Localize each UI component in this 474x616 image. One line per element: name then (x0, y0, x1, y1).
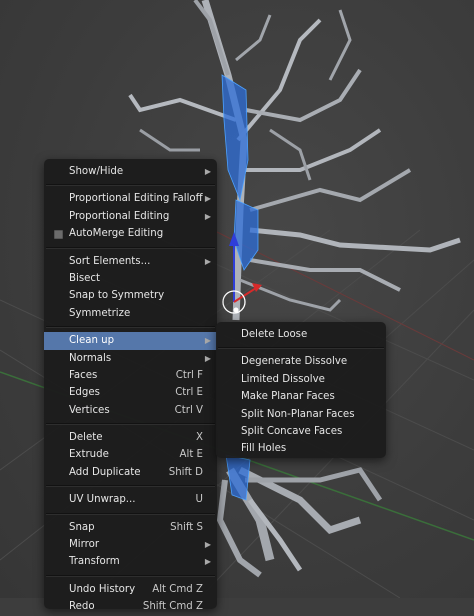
menu-separator (46, 512, 215, 515)
menu-item-proportional-editing-falloff[interactable]: Proportional Editing Falloff ▶ (44, 190, 217, 207)
menu-separator (46, 574, 215, 577)
menu-item-bisect[interactable]: Bisect (44, 270, 217, 287)
chevron-right-icon: ▶ (204, 353, 211, 363)
menu-separator (218, 347, 384, 350)
menu-item-shortcut: X (196, 432, 203, 444)
chevron-right-icon: ▶ (204, 167, 211, 176)
menu-item-undo-history[interactable]: Undo History Alt Cmd Z (44, 581, 217, 598)
menu-item-split-concave-faces[interactable]: Split Concave Faces (216, 423, 386, 440)
cleanup-submenu: Delete Loose Degenerate Dissolve Limited D… (216, 322, 386, 458)
menu-item-shortcut: Ctrl E (175, 387, 203, 399)
menu-item-split-non-planar-faces[interactable]: Split Non-Planar Faces (216, 406, 386, 423)
chevron-right-icon: ▶ (204, 557, 211, 567)
menu-item-sort-elements[interactable]: Sort Elements... ▶ (44, 253, 217, 270)
menu-item-shortcut: Shift Cmd Z (142, 601, 203, 613)
menu-item-edges[interactable]: Edges Ctrl E (44, 384, 217, 401)
menu-item-delete[interactable]: Delete X (44, 429, 217, 446)
menu-item-transform[interactable]: Transform ▶ (44, 553, 217, 570)
menu-item-label: Proportional Editing Falloff (69, 193, 203, 205)
menu-item-label: Extrude (69, 449, 109, 461)
chevron-right-icon: ▶ (204, 194, 211, 204)
menu-item-mirror[interactable]: Mirror ▶ (44, 536, 217, 553)
menu-item-fill-holes[interactable]: Fill Holes (216, 440, 386, 457)
chevron-right-icon: ▶ (204, 211, 211, 221)
menu-item-label: Degenerate Dissolve (241, 356, 348, 368)
menu-item-shortcut: Shift D (168, 466, 203, 478)
menu-item-shortcut: Ctrl F (175, 369, 203, 381)
menu-item-shortcut: Alt E (179, 449, 203, 461)
menu-item-label: Snap to Symmetry (69, 290, 165, 302)
menu-item-shortcut: U (195, 494, 203, 506)
menu-item-shortcut: Alt Cmd Z (152, 583, 203, 595)
menu-item-label: Add Duplicate (69, 466, 141, 478)
menu-separator (46, 326, 215, 329)
menu-item-label: Undo History (69, 583, 136, 595)
menu-item-make-planar-faces[interactable]: Make Planar Faces (216, 388, 386, 405)
menu-item-redo[interactable]: Redo Shift Cmd Z (44, 598, 217, 615)
menu-item-label: Redo (69, 601, 95, 613)
menu-item-label: Snap (69, 521, 95, 533)
menu-item-clean-up[interactable]: Clean up ▶ (44, 332, 217, 350)
menu-item-delete-loose[interactable]: Delete Loose (216, 326, 386, 343)
menu-item-label: Proportional Editing (69, 210, 170, 222)
menu-item-snap[interactable]: Snap Shift S (44, 519, 217, 536)
context-menu: Show/Hide ▶ Proportional Editing Falloff ▶ P… (44, 159, 217, 612)
menu-item-uv-unwrap[interactable]: UV Unwrap... U (44, 491, 217, 508)
menu-item-label: Delete (69, 432, 103, 444)
menu-separator (46, 184, 215, 187)
menu-item-shortcut: Shift S (170, 521, 203, 533)
menu-item-label: Make Planar Faces (241, 391, 335, 403)
menu-item-extrude[interactable]: Extrude Alt E (44, 446, 217, 463)
menu-item-label: Faces (69, 369, 98, 381)
menu-item-snap-to-symmetry[interactable]: Snap to Symmetry (44, 287, 217, 304)
menu-item-label: Bisect (69, 272, 100, 284)
menu-separator (46, 246, 215, 249)
menu-item-vertices[interactable]: Vertices Ctrl V (44, 402, 217, 419)
menu-item-automerge-editing[interactable]: AutoMerge Editing (44, 225, 217, 242)
menu-item-shortcut: Ctrl V (174, 404, 203, 416)
chevron-right-icon: ▶ (204, 256, 211, 266)
menu-item-label: Limited Dissolve (241, 373, 325, 385)
menu-separator (46, 423, 215, 426)
menu-item-limited-dissolve[interactable]: Limited Dissolve (216, 371, 386, 388)
menu-separator (46, 485, 215, 488)
chevron-right-icon: ▶ (204, 336, 211, 346)
menu-item-label: Transform (69, 556, 120, 568)
menu-item-normals[interactable]: Normals ▶ (44, 350, 217, 367)
chevron-right-icon: ▶ (204, 540, 211, 550)
menu-item-faces[interactable]: Faces Ctrl F (44, 367, 217, 384)
menu-item-label: AutoMerge Editing (69, 228, 164, 240)
menu-item-proportional-editing[interactable]: Proportional Editing ▶ (44, 208, 217, 225)
menu-item-label: Show/Hide (69, 166, 124, 177)
menu-item-label: Split Concave Faces (241, 425, 343, 437)
menu-item-label: Split Non-Planar Faces (241, 408, 355, 420)
menu-item-label: Vertices (69, 404, 110, 416)
menu-item-degenerate-dissolve[interactable]: Degenerate Dissolve (216, 353, 386, 370)
menu-item-label: UV Unwrap... (69, 494, 136, 506)
menu-item-label: Clean up (69, 335, 115, 347)
menu-item-label: Fill Holes (241, 443, 287, 455)
menu-item-label: Mirror (69, 539, 100, 551)
menu-item-show-hide[interactable]: Show/Hide ▶ (44, 163, 217, 180)
menu-item-symmetrize[interactable]: Symmetrize (44, 305, 217, 322)
menu-item-add-duplicate[interactable]: Add Duplicate Shift D (44, 464, 217, 481)
checkbox-icon[interactable] (54, 230, 63, 240)
menu-item-label: Delete Loose (241, 329, 308, 340)
menu-item-label: Symmetrize (69, 307, 131, 319)
menu-item-label: Sort Elements... (69, 255, 151, 267)
menu-item-label: Normals (69, 352, 112, 364)
menu-item-label: Edges (69, 387, 100, 399)
